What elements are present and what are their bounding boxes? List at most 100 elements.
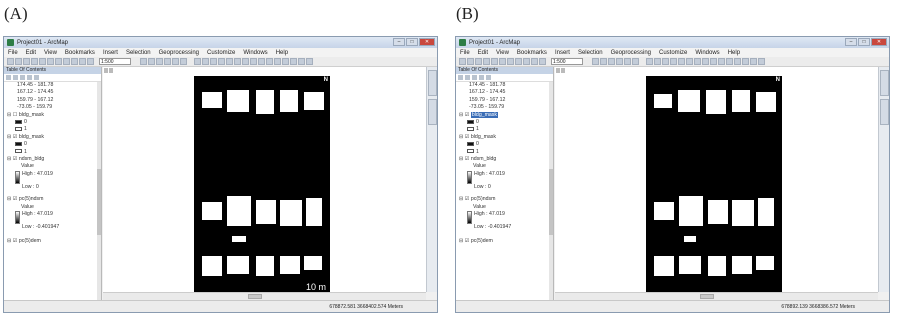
toc-scrollbar[interactable] [549,82,553,300]
hyperlink-icon[interactable] [298,58,305,65]
delete-icon[interactable] [515,58,522,65]
menu-windows[interactable]: Windows [695,50,719,56]
identify-icon[interactable] [726,58,733,65]
minimize-button[interactable]: – [845,38,857,46]
full-extent-icon[interactable] [218,58,225,65]
hyperlink-icon[interactable] [750,58,757,65]
close-button[interactable]: ✕ [871,38,887,46]
add-data-icon[interactable] [87,58,94,65]
save-icon[interactable] [23,58,30,65]
delete-icon[interactable] [63,58,70,65]
zoom-in-icon[interactable] [646,58,653,65]
layer-pc-ndsm[interactable]: ⊟ ☑ pc(5)ndsm [7,196,101,203]
search-icon[interactable] [616,58,623,65]
full-extent-icon[interactable] [670,58,677,65]
find-icon[interactable] [734,58,741,65]
scroll-thumb[interactable] [248,294,263,299]
pan-icon[interactable] [210,58,217,65]
close-button[interactable]: ✕ [419,38,435,46]
list-by-source-icon[interactable] [465,75,470,80]
menu-insert[interactable]: Insert [555,50,570,56]
layout-view-icon[interactable] [109,68,113,73]
fixed-zoom-in-icon[interactable] [678,58,685,65]
list-by-drawing-order-icon[interactable] [6,75,11,80]
layout-view-icon[interactable] [561,68,565,73]
save-icon[interactable] [475,58,482,65]
search-tab[interactable] [880,99,889,125]
maximize-button[interactable]: □ [406,38,418,46]
editor-icon[interactable] [140,58,147,65]
select-features-icon[interactable] [710,58,717,65]
print-icon[interactable] [31,58,38,65]
measure-icon[interactable] [742,58,749,65]
options-icon[interactable] [34,75,39,80]
table-icon[interactable] [600,58,607,65]
identify-icon[interactable] [274,58,281,65]
map-scale-input[interactable]: 1:500 [551,58,583,65]
python-icon[interactable] [180,58,187,65]
pan-icon[interactable] [662,58,669,65]
map-view[interactable]: N 10 m [103,67,426,301]
zoom-in-icon[interactable] [194,58,201,65]
map-view[interactable]: N [555,67,878,301]
layer-pc-dem[interactable]: ⊟ ☑ pc(5)dem [459,238,553,245]
forward-extent-icon[interactable] [702,58,709,65]
list-by-visibility-icon[interactable] [472,75,477,80]
fixed-zoom-out-icon[interactable] [234,58,241,65]
back-extent-icon[interactable] [242,58,249,65]
menu-insert[interactable]: Insert [103,50,118,56]
menu-customize[interactable]: Customize [207,50,235,56]
select-elements-icon[interactable] [718,58,725,65]
list-by-visibility-icon[interactable] [20,75,25,80]
catalog-icon[interactable] [156,58,163,65]
layer-pc-ndsm[interactable]: ⊟ ☑ pc(5)ndsm [459,196,553,203]
zoom-out-icon[interactable] [654,58,661,65]
map-scale-input[interactable]: 1:500 [99,58,131,65]
undo-icon[interactable] [71,58,78,65]
menu-windows[interactable]: Windows [243,50,267,56]
select-features-icon[interactable] [258,58,265,65]
paste-icon[interactable] [55,58,62,65]
redo-icon[interactable] [79,58,86,65]
list-by-drawing-order-icon[interactable] [458,75,463,80]
options-icon[interactable] [486,75,491,80]
scroll-thumb[interactable] [549,169,553,235]
layer-ndsm-bldg[interactable]: ⊟ ☑ ndsm_bldg [459,156,553,163]
undo-icon[interactable] [523,58,530,65]
html-popup-icon[interactable] [758,58,765,65]
toolbox-icon[interactable] [172,58,179,65]
layer-bldg-mask[interactable]: ⊟ ☑ bldg_mask [459,134,553,141]
open-icon[interactable] [467,58,474,65]
menu-bookmarks[interactable]: Bookmarks [65,50,95,56]
paste-icon[interactable] [507,58,514,65]
catalog-tab[interactable] [428,70,437,96]
select-elements-icon[interactable] [266,58,273,65]
scroll-thumb[interactable] [700,294,715,299]
layer-ndsm-bldg[interactable]: ⊟ ☑ ndsm_bldg [7,156,101,163]
new-doc-icon[interactable] [459,58,466,65]
data-view-icon[interactable] [556,68,560,73]
list-by-source-icon[interactable] [13,75,18,80]
menu-geoprocessing[interactable]: Geoprocessing [159,50,199,56]
map-horizontal-scrollbar[interactable] [103,292,426,300]
fixed-zoom-in-icon[interactable] [226,58,233,65]
catalog-icon[interactable] [608,58,615,65]
menu-customize[interactable]: Customize [659,50,687,56]
list-by-selection-icon[interactable] [27,75,32,80]
menu-edit[interactable]: Edit [26,50,36,56]
map-horizontal-scrollbar[interactable] [555,292,878,300]
menu-selection[interactable]: Selection [126,50,151,56]
maximize-button[interactable]: □ [858,38,870,46]
python-icon[interactable] [632,58,639,65]
menu-bookmarks[interactable]: Bookmarks [517,50,547,56]
scroll-thumb[interactable] [97,169,101,235]
editor-icon[interactable] [592,58,599,65]
menu-edit[interactable]: Edit [478,50,488,56]
new-doc-icon[interactable] [7,58,14,65]
zoom-out-icon[interactable] [202,58,209,65]
fixed-zoom-out-icon[interactable] [686,58,693,65]
catalog-tab[interactable] [880,70,889,96]
menu-view[interactable]: View [44,50,57,56]
search-tab[interactable] [428,99,437,125]
copy-icon[interactable] [499,58,506,65]
